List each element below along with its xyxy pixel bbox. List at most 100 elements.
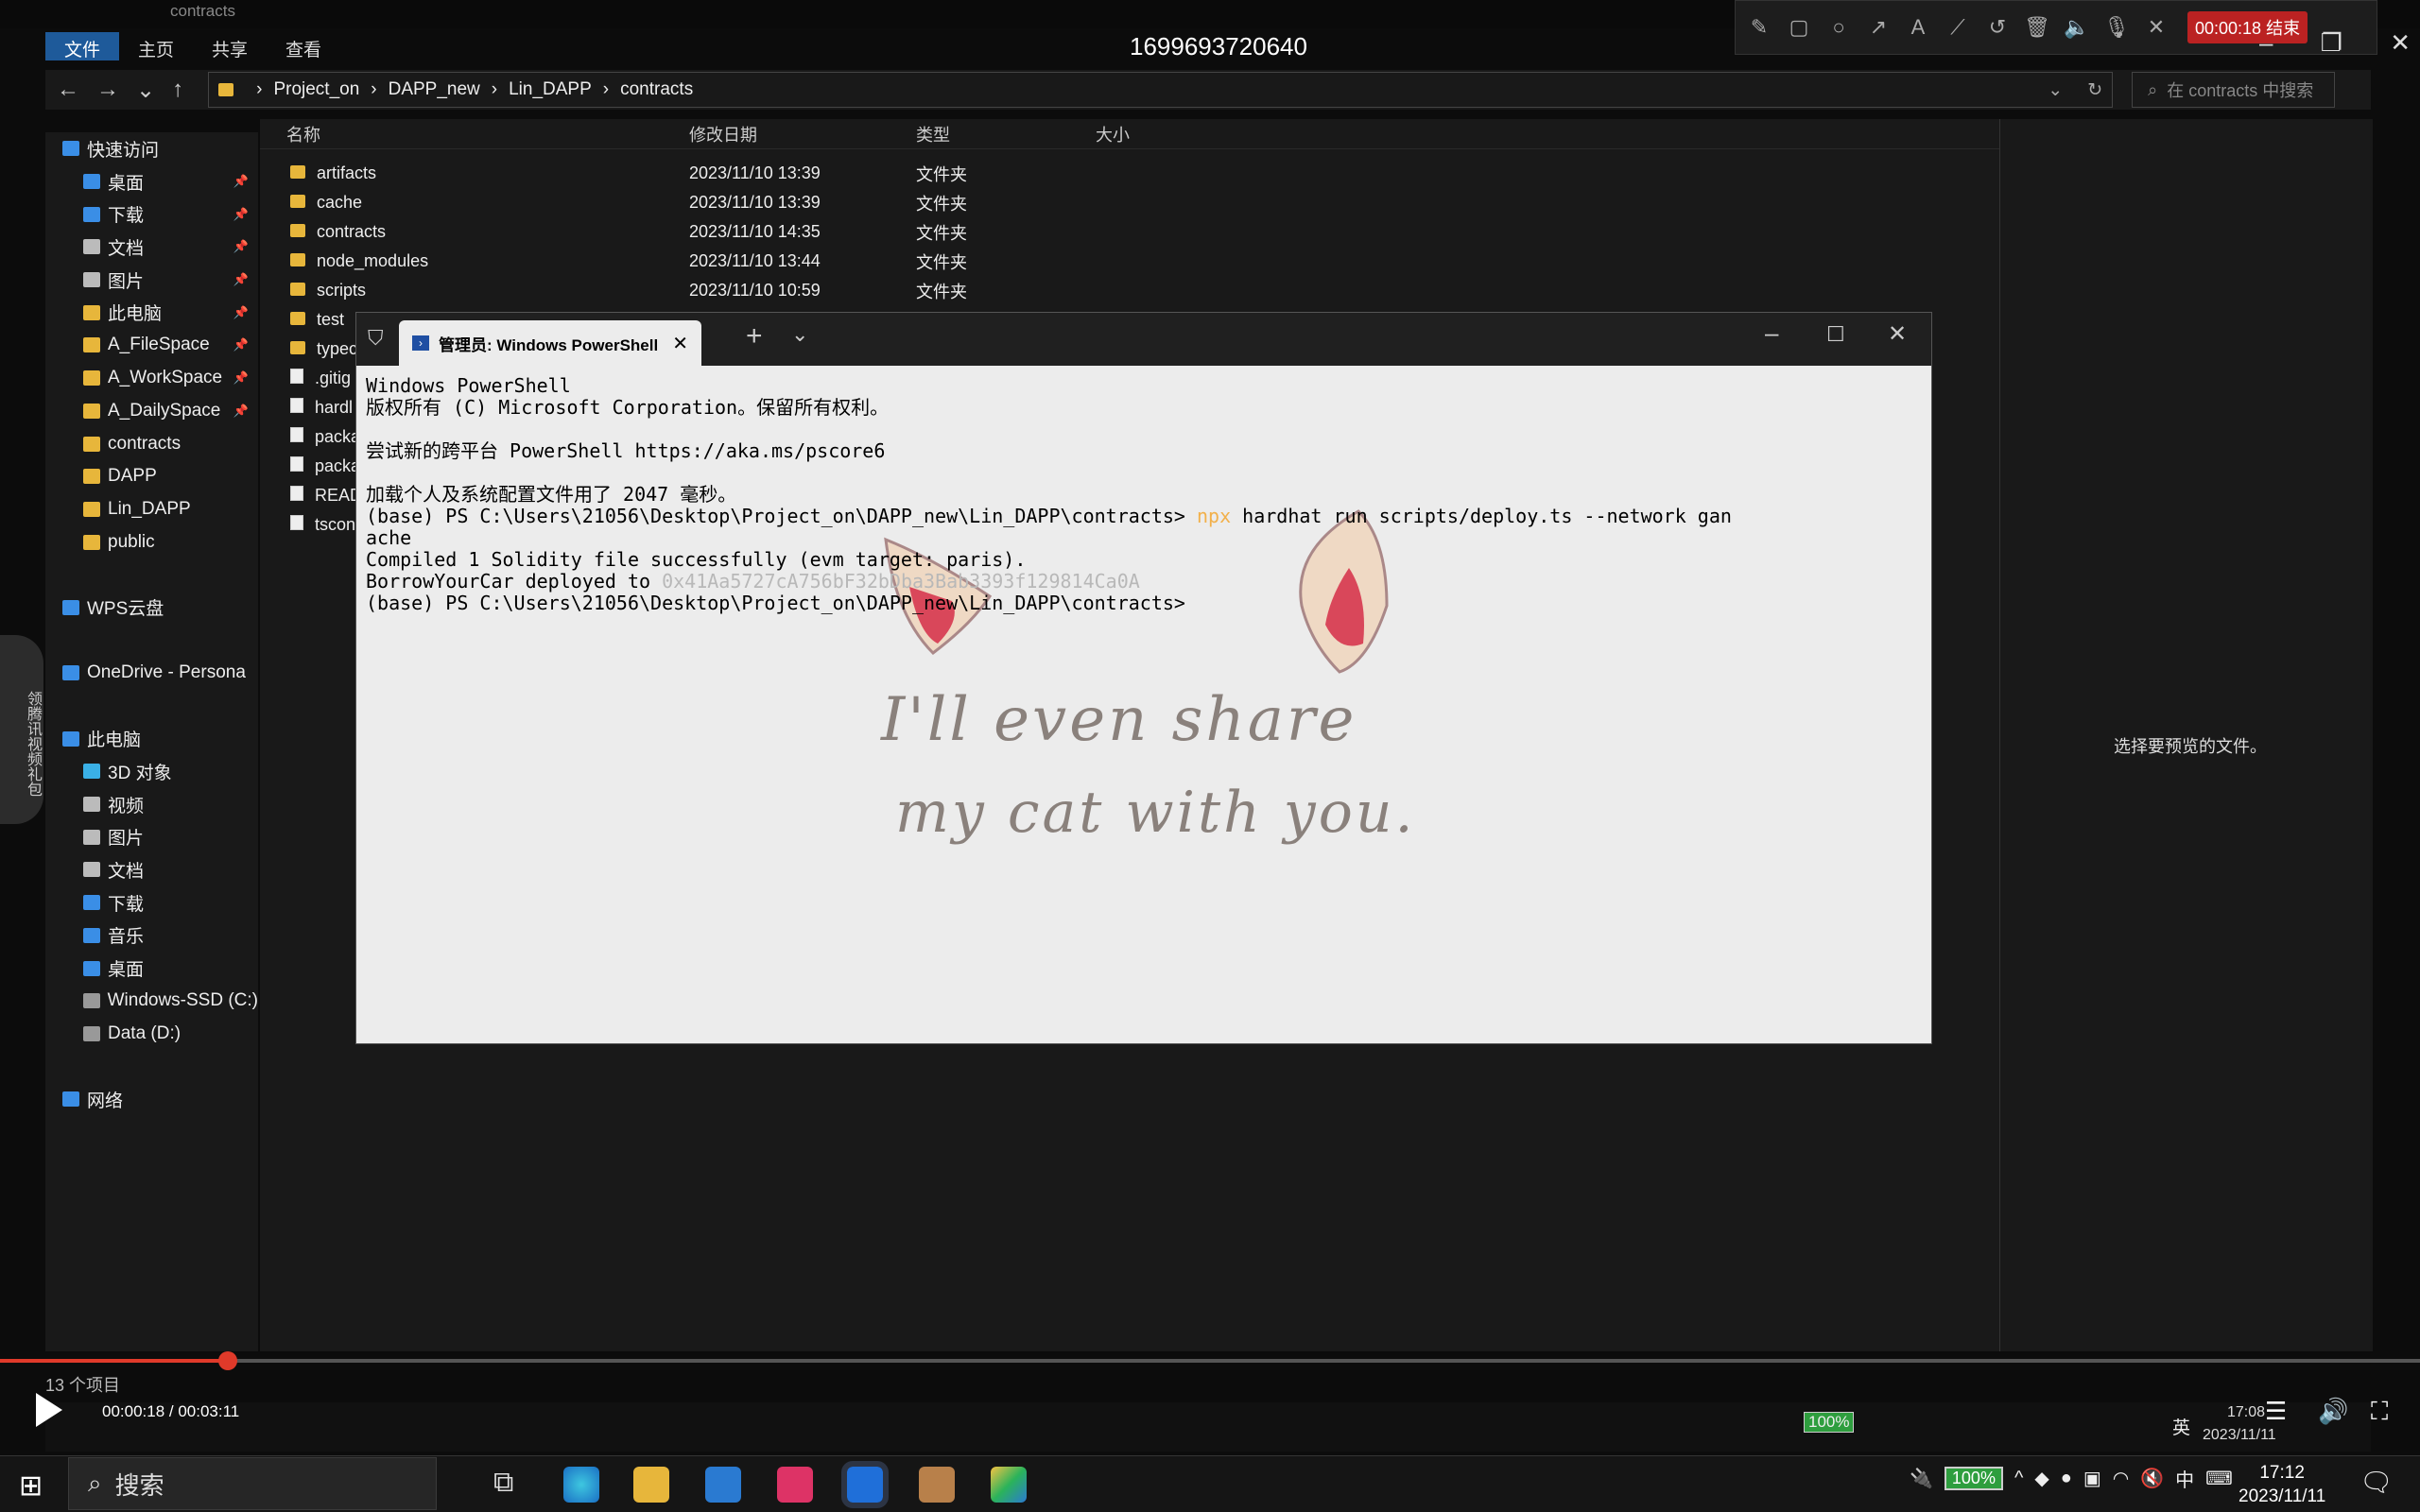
video-progress-handle[interactable] [217,1351,237,1370]
sidebar-item[interactable]: Windows-SSD (C:) [45,985,258,1018]
tab-dropdown-icon[interactable]: ⌄ [791,322,808,347]
sidebar-item[interactable]: 下载 [45,886,258,919]
file-row[interactable]: contracts 2023/11/10 14:35 文件夹 [260,217,1999,247]
column-header-type[interactable]: 类型 [903,122,1082,146]
column-header-name[interactable]: 名称 [260,122,676,146]
undo-icon[interactable]: ↺ [1983,13,2012,42]
minimize-icon[interactable]: – [2259,28,2273,58]
contract-address[interactable]: 0x41Aa5727cA756bF32bDba3Bab3393f129814Ca… [662,570,1140,593]
taskbar-search[interactable]: ⌕ 搜索 [68,1457,437,1510]
package-icon[interactable] [919,1467,955,1503]
sidebar-item[interactable]: DAPP [45,460,258,493]
minimize-icon[interactable]: – [1765,318,1778,348]
microphone-icon[interactable]: 🎙 [2102,13,2131,42]
file-row[interactable]: node_modules 2023/11/10 13:44 文件夹 [260,247,1999,276]
gift-banner[interactable]: 领腾讯视频礼包 [0,635,43,824]
sidebar-item[interactable]: OneDrive - Persona [45,657,258,690]
windows-start-icon[interactable]: ⊞ [19,1469,43,1503]
back-arrow-icon[interactable]: ← [57,77,79,104]
sidebar-item[interactable]: 桌面 📌 [45,165,258,198]
tray-app-icon[interactable]: ▣ [2083,1467,2101,1490]
file-row[interactable]: cache 2023/11/10 13:39 文件夹 [260,188,1999,217]
sidebar-item[interactable]: 视频 [45,788,258,821]
sidebar-item[interactable]: 3D 对象 [45,755,258,788]
notification-icon[interactable]: 🗨 [2360,1467,2394,1498]
sidebar-item[interactable]: A_FileSpace 📌 [45,329,258,362]
sidebar-item[interactable]: 下载 📌 [45,198,258,231]
maximize-icon[interactable]: ☐ [1826,322,1845,347]
circle-icon[interactable]: ○ [1824,13,1853,42]
column-header-date[interactable]: 修改日期 [676,122,903,146]
app-icon[interactable] [777,1467,813,1503]
task-view-icon[interactable]: ⧉ [493,1467,513,1499]
sidebar-item[interactable]: 快速访问 [45,132,258,165]
address-bar[interactable]: › Project_on › DAPP_new › Lin_DAPP › con… [208,72,2114,108]
close-tab-icon[interactable]: ✕ [672,332,688,355]
tab-share[interactable]: 共享 [193,32,267,60]
volume-icon[interactable]: 🔊 [2318,1397,2348,1426]
volume-mute-icon[interactable]: 🔇 [2140,1467,2164,1490]
close-icon[interactable]: ✕ [1888,320,1907,348]
phone-link-icon[interactable] [841,1461,889,1508]
close-annotation-icon[interactable]: ✕ [2142,13,2170,42]
breadcrumb-item[interactable]: contracts [620,79,693,100]
keyboard-icon[interactable]: ⌨ [2205,1467,2233,1490]
sidebar-item[interactable]: A_DailySpace 📌 [45,395,258,428]
up-arrow-icon[interactable]: ↑ [172,77,183,104]
breadcrumb-item[interactable]: DAPP_new [389,79,480,100]
sidebar-item[interactable]: contracts [45,427,258,460]
breadcrumb-item[interactable]: Project_on [273,79,359,100]
terminal-tab[interactable]: › 管理员: Windows PowerShell ✕ [399,320,701,366]
edge-icon[interactable] [563,1467,599,1503]
maximize-icon[interactable]: ❐ [2321,28,2342,58]
tab-view[interactable]: 查看 [267,32,340,60]
speaker-icon[interactable]: 🔈 [2063,13,2091,42]
sidebar-item[interactable]: public [45,525,258,558]
forward-arrow-icon[interactable]: → [96,77,119,104]
sidebar-item[interactable]: A_WorkSpace 📌 [45,362,258,395]
recent-dropdown-icon[interactable]: ⌄ [136,77,155,104]
tab-file[interactable]: 文件 [45,32,120,60]
playlist-icon[interactable]: ☰ [2265,1397,2287,1426]
tray-app-icon[interactable]: ● [2061,1468,2072,1489]
sidebar-item[interactable]: WPS云盘 [45,592,258,625]
address-dropdown-icon[interactable]: ⌄ [2048,79,2063,101]
sidebar-item[interactable]: 此电脑 [45,722,258,755]
fullscreen-icon[interactable]: ⛶ [2371,1397,2388,1427]
file-row[interactable]: scripts 2023/11/10 10:59 文件夹 [260,276,1999,305]
file-explorer-icon[interactable] [633,1467,669,1503]
sidebar-item[interactable]: 此电脑 📌 [45,296,258,329]
media-player-icon[interactable] [991,1467,1027,1503]
sidebar-item[interactable]: 音乐 [45,919,258,953]
sidebar-item[interactable]: 图片 [45,820,258,853]
vscode-icon[interactable] [705,1467,741,1503]
wifi-icon[interactable]: ◠ [2113,1467,2129,1490]
sidebar-item[interactable]: 图片 📌 [45,264,258,297]
tray-app-icon[interactable]: ◆ [2034,1467,2048,1490]
text-tool-icon[interactable]: A [1904,13,1932,42]
refresh-icon[interactable]: ↻ [2087,79,2102,101]
search-input[interactable]: ⌕ 在 contracts 中搜索 [2132,72,2336,108]
highlighter-icon[interactable]: ⟋ [1944,13,1972,42]
sidebar-item[interactable]: Data (D:) [45,1018,258,1051]
terminal-output[interactable]: Windows PowerShell 版权所有 (C) Microsoft Cor… [366,375,1926,1037]
video-progress-track[interactable] [0,1359,2420,1363]
trash-icon[interactable]: 🗑 [2023,13,2051,42]
taskbar-clock[interactable]: 17:12 2023/11/11 [2238,1461,2325,1508]
sidebar-item[interactable]: 桌面 [45,952,258,985]
sidebar-item[interactable]: 网络 [45,1083,258,1116]
sidebar-item[interactable]: 文档 📌 [45,231,258,264]
battery-indicator[interactable]: 100% [1944,1467,2003,1490]
ime-indicator[interactable]: 中 [2175,1465,2194,1492]
tab-home[interactable]: 主页 [119,32,193,60]
play-button[interactable] [36,1393,62,1427]
close-icon[interactable]: ✕ [2390,28,2411,58]
breadcrumb-item[interactable]: Lin_DAPP [509,79,592,100]
rectangle-icon[interactable]: ▢ [1785,13,1813,42]
new-tab-icon[interactable]: + [746,320,763,352]
powershell-window[interactable]: ⛉ › 管理员: Windows PowerShell ✕ + ⌄ – ☐ ✕ … [355,312,1932,1044]
sidebar-item[interactable]: Lin_DAPP [45,493,258,526]
pen-icon[interactable]: ✎ [1745,13,1773,42]
arrow-icon[interactable]: ↗ [1864,13,1893,42]
file-row[interactable]: artifacts 2023/11/10 13:39 文件夹 [260,159,1999,188]
